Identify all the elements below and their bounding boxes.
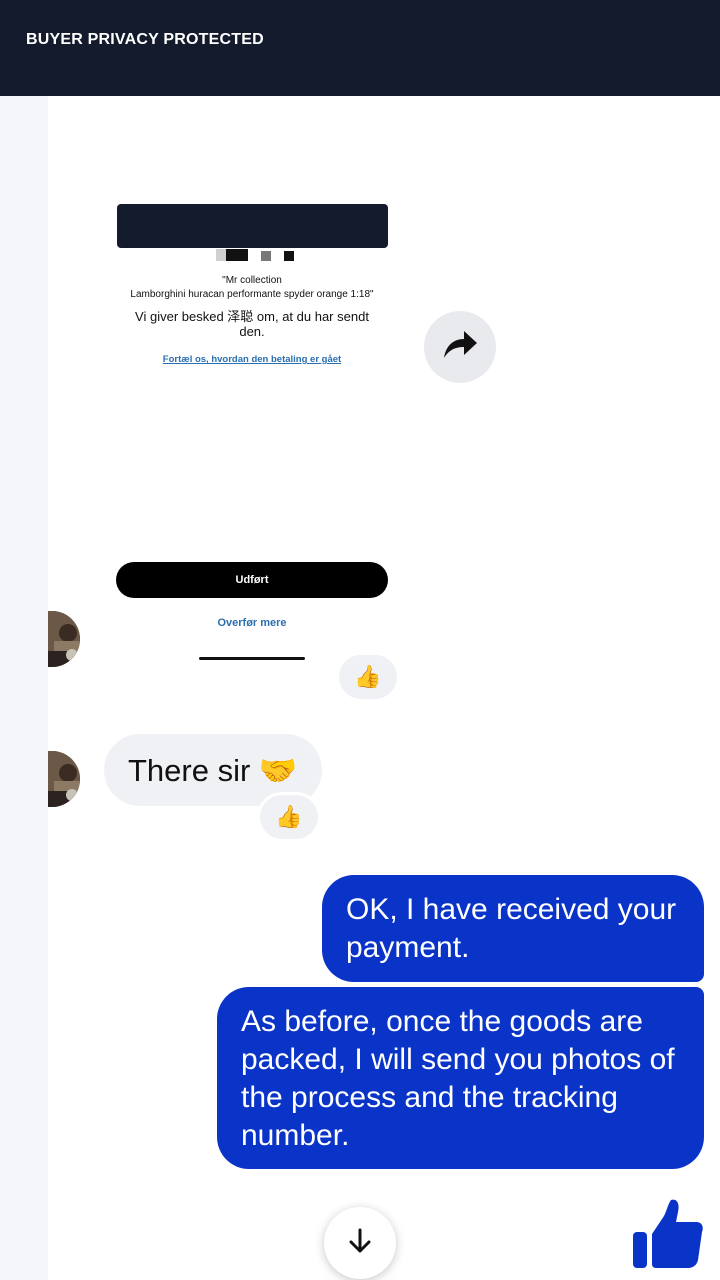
item-description: Lamborghini huracan performante spyder o… bbox=[130, 289, 374, 300]
done-button: Udført bbox=[116, 562, 388, 598]
pixelated-text bbox=[216, 248, 296, 261]
scroll-to-bottom-button[interactable] bbox=[324, 1207, 396, 1279]
reaction-emoji: 👍 bbox=[354, 664, 382, 689]
message-text: There sir 🤝 bbox=[128, 752, 298, 788]
thumbs-up-icon bbox=[630, 1199, 706, 1276]
left-rail bbox=[0, 96, 48, 1280]
page-title: BUYER PRIVACY PROTECTED bbox=[26, 31, 264, 48]
home-indicator bbox=[199, 657, 305, 660]
payment-notice: Vi giver besked 泽聪 om, at du har sendt d… bbox=[135, 309, 369, 339]
outgoing-message[interactable]: As before, once the goods are packed, I … bbox=[217, 987, 704, 1169]
top-bar: BUYER PRIVACY PROTECTED bbox=[0, 0, 720, 96]
feedback-link: Fortæl os, hvordan den betaling er gået bbox=[162, 354, 342, 365]
like-button[interactable] bbox=[630, 1196, 706, 1272]
share-button[interactable] bbox=[424, 311, 496, 383]
item-name: "Mr collection bbox=[222, 275, 282, 286]
outgoing-message[interactable]: OK, I have received your payment. bbox=[322, 875, 704, 982]
reaction-badge[interactable]: 👍 bbox=[339, 655, 397, 699]
message-text: As before, once the goods are packed, I … bbox=[241, 1005, 675, 1152]
arrow-down-icon bbox=[346, 1227, 374, 1260]
reaction-emoji: 👍 bbox=[275, 804, 303, 829]
redaction-bar bbox=[117, 204, 388, 248]
avatar[interactable] bbox=[48, 611, 80, 667]
transfer-more-link: Overfør mere bbox=[217, 617, 287, 629]
share-arrow-icon bbox=[440, 328, 480, 367]
message-text: OK, I have received your payment. bbox=[346, 893, 677, 964]
reaction-badge[interactable]: 👍 bbox=[260, 795, 318, 839]
avatar[interactable] bbox=[48, 751, 80, 807]
